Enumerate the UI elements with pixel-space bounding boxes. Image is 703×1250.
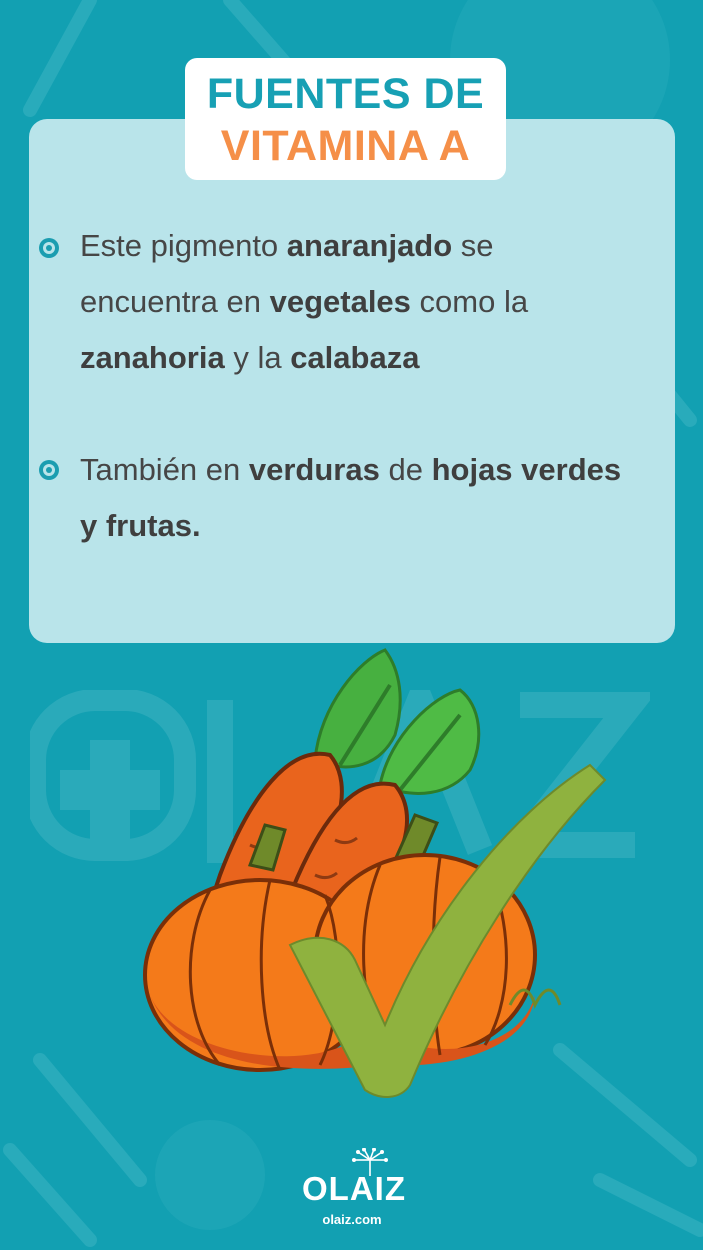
bold-phrase: anaranjado [286, 228, 453, 263]
vegetables-illustration [143, 648, 607, 1098]
text-phrase: Este pigmento [80, 228, 287, 263]
bullet-text-2: También en verduras de hojas verdes y fr… [80, 442, 640, 554]
text-phrase: y la [224, 340, 291, 375]
olaiz-logo: OLAIZ [302, 1170, 406, 1207]
bold-phrase: verduras [248, 452, 380, 487]
circle-bullet-icon [39, 460, 59, 480]
text-phrase: como la [410, 284, 529, 319]
bold-phrase: vegetales [269, 284, 411, 319]
website-domain: olaiz.com [322, 1212, 382, 1227]
title-box: FUENTES DE VITAMINA A [185, 58, 506, 180]
text-phrase: También en [80, 452, 249, 487]
title-line1: FUENTES DE [206, 70, 485, 118]
bullet-text-1: Este pigmento anaranjado se encuentra en… [80, 218, 640, 386]
bold-phrase: calabaza [290, 340, 420, 375]
circle-bullet-icon [39, 238, 59, 258]
title-line2: VITAMINA A [220, 122, 471, 170]
bold-phrase: zanahoria [80, 340, 225, 375]
text-phrase: de [379, 452, 432, 487]
